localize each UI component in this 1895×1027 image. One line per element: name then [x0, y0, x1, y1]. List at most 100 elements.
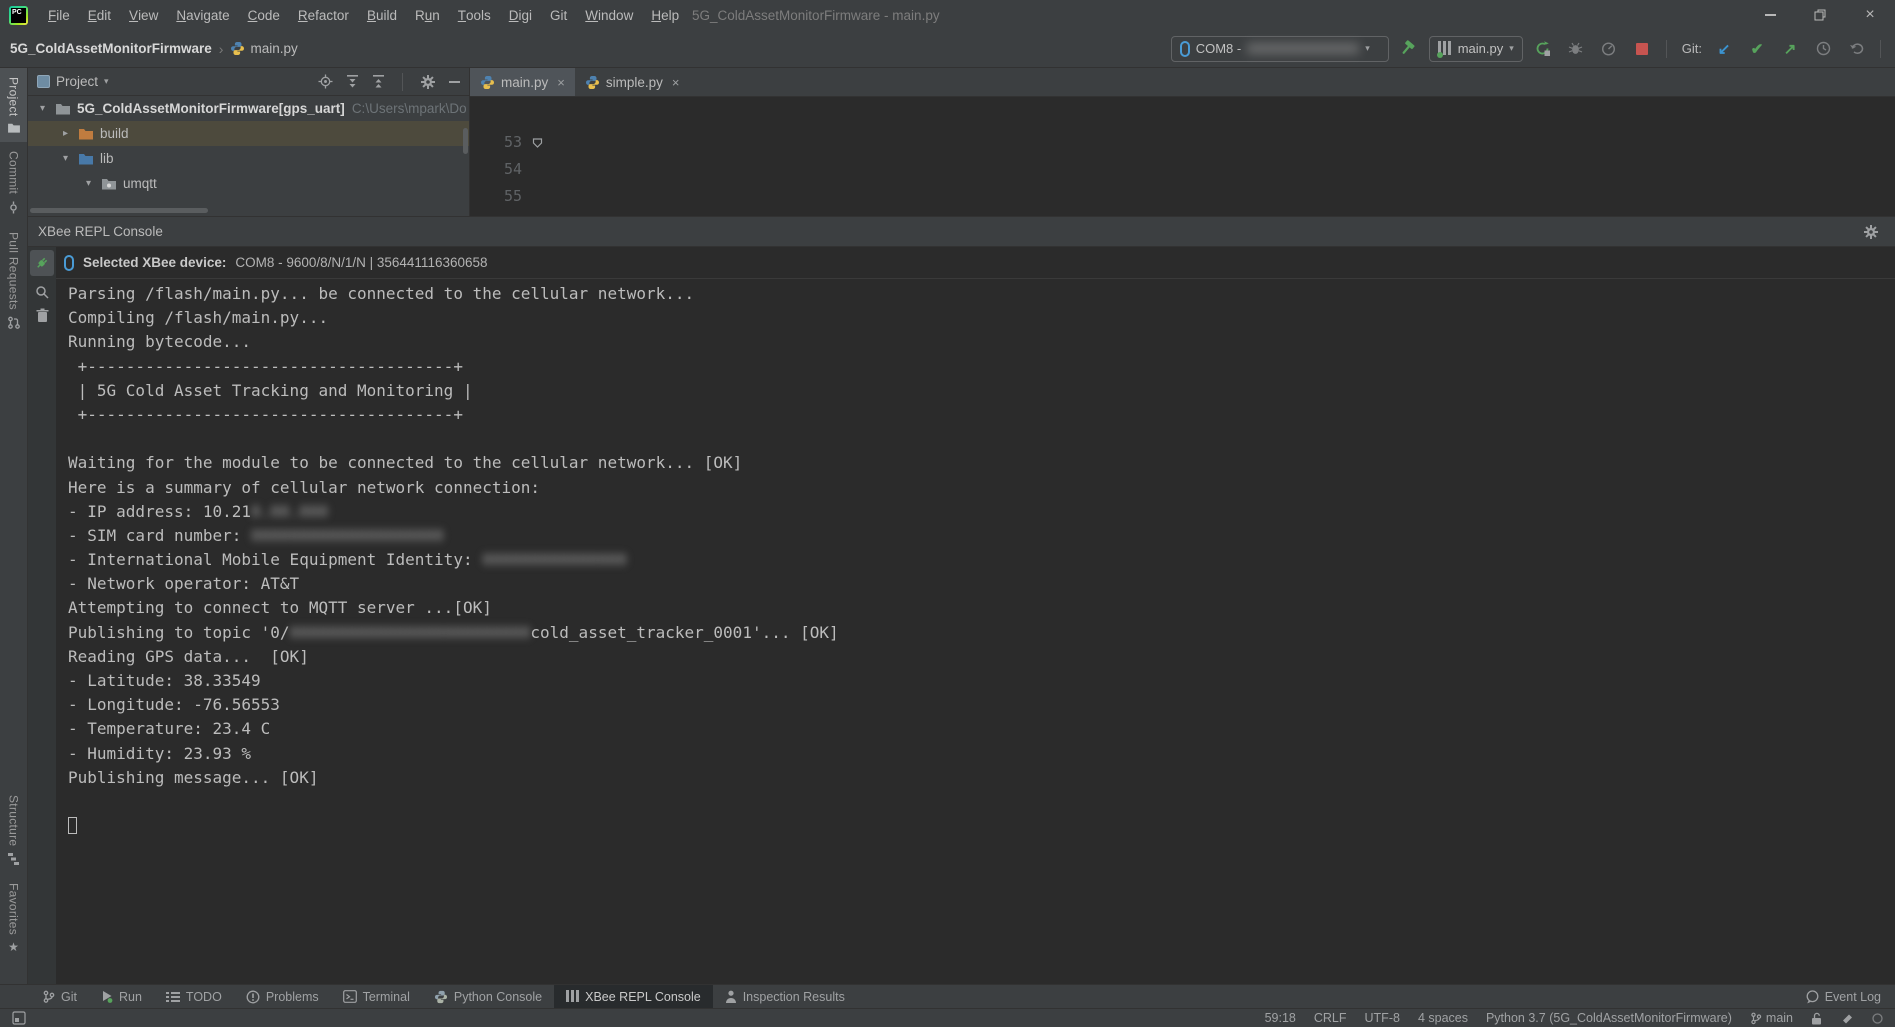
tree-row-lib[interactable]: ▾ lib	[28, 146, 469, 171]
xbee-device-selector[interactable]: COM8 - ▾	[1171, 36, 1389, 62]
console-line: Publishing message... [OK]	[68, 768, 1895, 792]
fold-marker-icon[interactable]	[532, 137, 543, 148]
connect-button[interactable]	[30, 250, 54, 276]
menu-navigate[interactable]: Navigate	[167, 0, 238, 30]
rerun-button[interactable]	[1530, 36, 1556, 62]
background-tasks-icon[interactable]	[1872, 1013, 1883, 1024]
indent-style[interactable]: 4 spaces	[1418, 1011, 1468, 1025]
toolwindow-todo[interactable]: TODO	[154, 985, 234, 1008]
inspections-hector-icon[interactable]	[1841, 1012, 1854, 1025]
close-tab-icon[interactable]: ×	[557, 75, 565, 90]
search-button[interactable]	[35, 285, 49, 299]
project-panel-header: Project ▾	[28, 68, 469, 96]
device-status-row: Selected XBee device: COM8 - 9600/8/N/1/…	[56, 247, 1895, 279]
tree-row-project-root[interactable]: ▾ 5G_ColdAssetMonitorFirmware [gps_uart]…	[28, 96, 469, 121]
collapse-all-button[interactable]	[372, 75, 385, 89]
package-folder-icon	[101, 177, 117, 190]
console-line: - International Mobile Equipment Identit…	[68, 550, 1895, 574]
menu-refactor[interactable]: Refactor	[289, 0, 358, 30]
redacted-device-name	[1247, 43, 1359, 54]
menu-view[interactable]: View	[120, 0, 167, 30]
project-panel-title[interactable]: Project	[56, 74, 98, 89]
line-separator[interactable]: CRLF	[1314, 1011, 1347, 1025]
clock-icon	[1816, 41, 1831, 56]
toolwindow-python-console[interactable]: Python Console	[422, 985, 554, 1008]
settings-button[interactable]	[420, 74, 436, 90]
restore-button[interactable]	[1795, 0, 1845, 30]
toolwindow-toggle-icon[interactable]	[12, 1011, 26, 1025]
console-output[interactable]: Parsing /flash/main.py... be connected t…	[56, 279, 1895, 984]
plug-connected-icon	[34, 255, 50, 271]
chevron-expanded-icon[interactable]: ▾	[40, 103, 55, 114]
folder-icon	[55, 102, 71, 115]
python-interpreter[interactable]: Python 3.7 (5G_ColdAssetMonitorFirmware)	[1486, 1011, 1732, 1025]
pycharm-logo-icon: PC	[9, 6, 28, 25]
folder-icon	[78, 152, 94, 165]
menu-file[interactable]: File	[39, 0, 79, 30]
build-button[interactable]	[1396, 36, 1422, 62]
expand-all-button[interactable]	[346, 75, 359, 89]
profiler-button[interactable]	[1596, 36, 1622, 62]
git-push-button[interactable]: ↗	[1777, 36, 1803, 62]
console-settings-button[interactable]	[1863, 224, 1879, 240]
caret-position[interactable]: 59:18	[1265, 1011, 1296, 1025]
git-branch-widget[interactable]: main	[1750, 1011, 1793, 1025]
chevron-expanded-icon[interactable]: ▾	[63, 153, 78, 164]
clear-console-button[interactable]	[36, 308, 49, 323]
menu-help[interactable]: Help	[642, 0, 688, 30]
chevron-down-icon[interactable]: ▾	[104, 76, 109, 87]
code-line: 53	[470, 102, 1895, 129]
tab-simple-py[interactable]: simple.py ×	[575, 68, 690, 96]
tab-main-py[interactable]: main.py ×	[470, 68, 575, 96]
toolwindow-event-log[interactable]: Event Log	[1805, 985, 1895, 1008]
close-button[interactable]: ×	[1845, 0, 1895, 30]
locate-file-button[interactable]	[318, 74, 333, 89]
menu-edit[interactable]: Edit	[79, 0, 120, 30]
stripe-button-favorites[interactable]: Favorites ★	[0, 874, 27, 962]
git-commit-button[interactable]: ✔	[1744, 36, 1770, 62]
menu-build[interactable]: Build	[358, 0, 406, 30]
vertical-scrollbar[interactable]	[463, 128, 468, 154]
console-line: - SIM card number: 00000000000000000000	[68, 526, 1895, 550]
unlocked-padlock-icon[interactable]	[1811, 1012, 1823, 1025]
breadcrumb-project[interactable]: 5G_ColdAssetMonitorFirmware	[10, 41, 212, 56]
chevron-expanded-icon[interactable]: ▾	[86, 178, 101, 189]
hide-panel-button[interactable]	[449, 81, 460, 83]
tree-row-umqtt[interactable]: ▾ umqtt	[28, 171, 469, 196]
menu-window[interactable]: Window	[576, 0, 642, 30]
toolwindow-run[interactable]: Run	[89, 985, 154, 1008]
run-config-selector[interactable]: main.py ▾	[1429, 36, 1523, 62]
stripe-button-pull-requests[interactable]: Pull Requests	[0, 223, 27, 338]
console-line: - Temperature: 23.4 C	[68, 719, 1895, 743]
stripe-button-project[interactable]: Project	[0, 68, 27, 142]
code-editor[interactable]: 53 54 # PUB_TOPIC = "0/<MQTT Project ID>…	[470, 97, 1895, 216]
chevron-collapsed-icon[interactable]: ▸	[63, 128, 78, 139]
console-line: Here is a summary of cellular network co…	[68, 478, 1895, 502]
stripe-button-commit[interactable]: Commit	[0, 142, 27, 222]
console-toolbar	[28, 247, 56, 984]
stripe-button-structure[interactable]: Structure	[0, 786, 27, 874]
toolwindow-xbee-repl-console[interactable]: XBee REPL Console	[554, 985, 713, 1008]
menu-tools[interactable]: Tools	[449, 0, 500, 30]
minimize-icon	[1765, 14, 1776, 16]
debug-button[interactable]	[1563, 36, 1589, 62]
tree-row-build[interactable]: ▸ build	[28, 121, 469, 146]
menu-run[interactable]: Run	[406, 0, 449, 30]
toolwindow-git[interactable]: Git	[30, 985, 89, 1008]
history-button[interactable]	[1810, 36, 1836, 62]
horizontal-scrollbar[interactable]	[30, 208, 208, 213]
breadcrumb-file[interactable]: main.py	[230, 41, 297, 56]
stop-button[interactable]	[1629, 36, 1655, 62]
rollback-button[interactable]	[1843, 36, 1869, 62]
menu-git[interactable]: Git	[541, 0, 576, 30]
toolwindow-inspection-results[interactable]: Inspection Results	[713, 985, 857, 1008]
minimize-button[interactable]	[1745, 0, 1795, 30]
toolwindow-problems[interactable]: Problems	[234, 985, 331, 1008]
menu-code[interactable]: Code	[239, 0, 289, 30]
toolwindow-terminal[interactable]: Terminal	[331, 985, 422, 1008]
close-tab-icon[interactable]: ×	[672, 75, 680, 90]
menu-digi[interactable]: Digi	[500, 0, 541, 30]
file-encoding[interactable]: UTF-8	[1365, 1011, 1400, 1025]
git-update-button[interactable]: ↙	[1711, 36, 1737, 62]
pull-request-icon	[7, 316, 20, 329]
